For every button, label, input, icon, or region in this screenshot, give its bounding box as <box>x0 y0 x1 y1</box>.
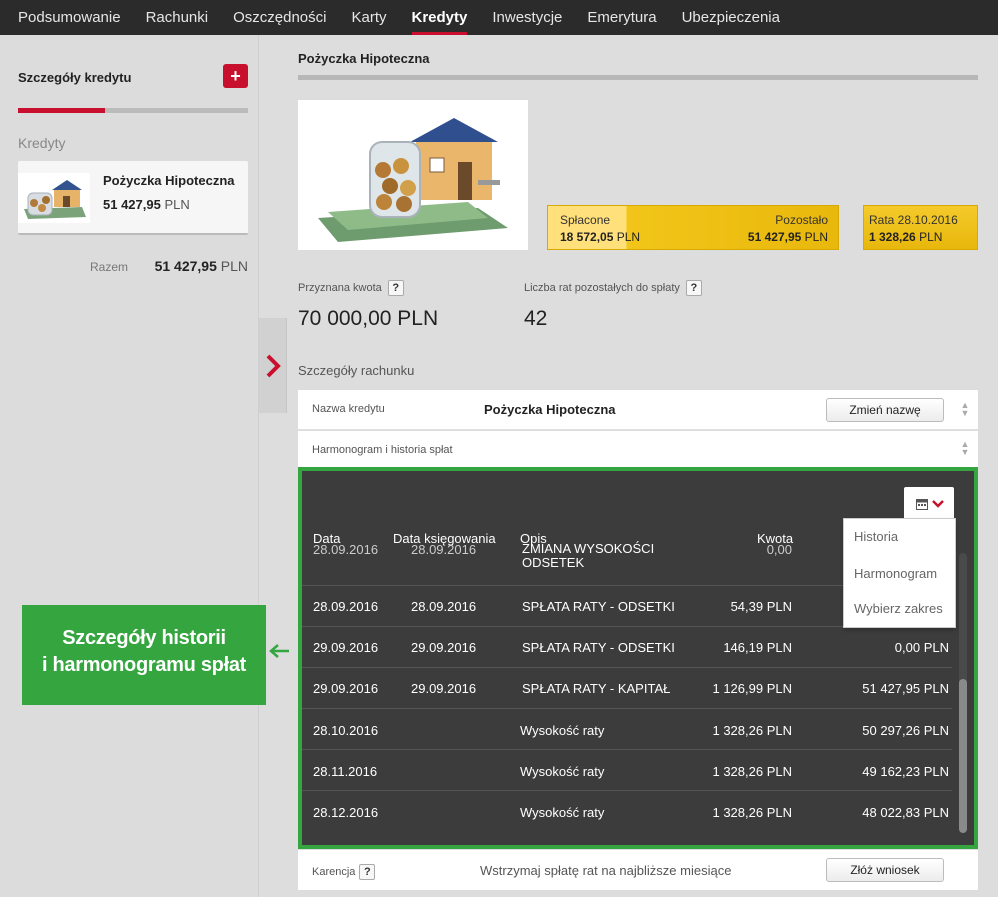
arrow-left-icon <box>269 644 289 658</box>
sidebar-toggle[interactable] <box>259 318 287 413</box>
repayment-progress: Spłacone 18 572,05 PLN Pozostało 51 427,… <box>547 205 839 250</box>
granted-amount-label: Przyznana kwota? <box>298 280 404 296</box>
total-label: Razem <box>89 260 128 274</box>
title-divider <box>298 75 978 80</box>
plus-icon: + <box>230 66 241 86</box>
loan-card-name: Pożyczka Hipoteczna <box>103 173 235 188</box>
main-content: Pożyczka Hipoteczna Spłacone 18 572,05 P… <box>298 35 978 897</box>
dropdown-item-schedule[interactable]: Harmonogram <box>854 566 937 581</box>
add-loan-button[interactable]: + <box>223 64 248 88</box>
paid-amount: 18 572,05 PLN <box>560 230 641 244</box>
account-details-heading: Szczegóły rachunku <box>298 363 415 378</box>
table-row: 28.11.2016 Wysokość raty 1 328,26 PLN 49… <box>302 750 952 791</box>
rename-button[interactable]: Zmień nazwę <box>826 398 944 422</box>
loan-card-amount: 51 427,95 PLN <box>103 197 190 212</box>
chevron-right-icon <box>266 354 281 378</box>
expand-collapse-icon[interactable]: ▲ ▼ <box>960 440 970 457</box>
table-row: 29.09.2016 29.09.2016 SPŁATA RATY - KAPI… <box>302 668 952 709</box>
help-icon[interactable]: ? <box>359 864 376 880</box>
grace-label: Karencja? <box>312 864 376 880</box>
next-installment: Rata 28.10.2016 1 328,26 PLN <box>863 205 978 250</box>
total-amount: 51 427,95 PLN <box>154 258 248 274</box>
nav-kredyty[interactable]: Kredyty <box>411 0 467 35</box>
dropdown-item-date-range[interactable]: Wybierz zakres <box>854 601 943 616</box>
nav-emerytura[interactable]: Emerytura <box>587 0 656 35</box>
nav-rachunki[interactable]: Rachunki <box>146 0 209 35</box>
granted-amount-value: 70 000,00 PLN <box>298 307 439 330</box>
nav-karty[interactable]: Karty <box>351 0 386 35</box>
annotation-callout: Szczegóły historii i harmonogramu spłat <box>22 605 266 705</box>
help-icon[interactable]: ? <box>685 280 702 296</box>
nav-ubezpieczenia[interactable]: Ubezpieczenia <box>682 0 780 35</box>
table-row: 28.12.2016 Wysokość raty 1 328,26 PLN 48… <box>313 805 949 820</box>
next-installment-amount: 1 328,26 PLN <box>869 230 943 244</box>
sidebar: Szczegóły kredytu + Kredyty Pożyczka Hip… <box>0 35 259 897</box>
page-title: Pożyczka Hipoteczna <box>298 51 430 66</box>
table-row: 29.09.2016 29.09.2016 SPŁATA RATY - ODSE… <box>302 627 952 668</box>
dropdown-item-history[interactable]: Historia <box>854 529 898 544</box>
chevron-down-icon <box>932 500 944 508</box>
loan-hero-image <box>298 100 528 250</box>
loan-name-label: Nazwa kredytu <box>312 403 385 415</box>
nav-podsumowanie[interactable]: Podsumowanie <box>18 0 121 35</box>
grace-period-panel: Karencja? Wstrzymaj spłatę rat na najbli… <box>298 850 978 890</box>
installments-label: Liczba rat pozostałych do spłaty? <box>524 280 702 296</box>
sidebar-progress-bar <box>18 108 248 113</box>
nav-inwestycje[interactable]: Inwestycje <box>492 0 562 35</box>
help-icon[interactable]: ? <box>387 280 404 296</box>
installments-value: 42 <box>524 307 548 330</box>
loan-thumbnail <box>18 173 90 223</box>
loan-name-panel: Nazwa kredytu Pożyczka Hipoteczna Zmień … <box>298 390 978 430</box>
history-view-dropdown: Historia Harmonogram Wybierz zakres <box>843 518 956 628</box>
scrollbar-thumb[interactable] <box>959 679 967 833</box>
sidebar-section-label: Kredyty <box>18 135 66 151</box>
callout-line-1: Szczegóły historii <box>62 627 226 649</box>
remaining-amount: 51 427,95 PLN <box>747 230 828 244</box>
calendar-dropdown-button[interactable] <box>904 487 954 521</box>
history-panel-header[interactable]: Harmonogram i historia spłat ▲ ▼ <box>298 431 978 467</box>
history-label: Harmonogram i historia spłat <box>312 444 453 456</box>
calendar-icon <box>916 499 928 510</box>
sidebar-title: Szczegóły kredytu <box>18 70 132 85</box>
expand-collapse-icon[interactable]: ▲ ▼ <box>960 401 970 418</box>
table-row: 28.10.2016 Wysokość raty 1 328,26 PLN 50… <box>302 709 952 750</box>
loan-card[interactable]: Pożyczka Hipoteczna 51 427,95 PLN <box>18 161 248 235</box>
callout-line-2: i harmonogramu spłat <box>41 654 247 676</box>
table-scrollbar[interactable] <box>959 553 967 833</box>
grace-description: Wstrzymaj spłatę rat na najbliższe miesi… <box>480 863 732 878</box>
paid-label: Spłacone <box>560 213 611 227</box>
next-installment-label: Rata 28.10.2016 <box>869 213 958 227</box>
loan-name-value: Pożyczka Hipoteczna <box>484 402 616 417</box>
remaining-label: Pozostało <box>775 213 828 227</box>
top-navigation: Podsumowanie Rachunki Oszczędności Karty… <box>0 0 998 35</box>
submit-request-button[interactable]: Złóż wniosek <box>826 858 944 882</box>
nav-oszczednosci[interactable]: Oszczędności <box>233 0 326 35</box>
